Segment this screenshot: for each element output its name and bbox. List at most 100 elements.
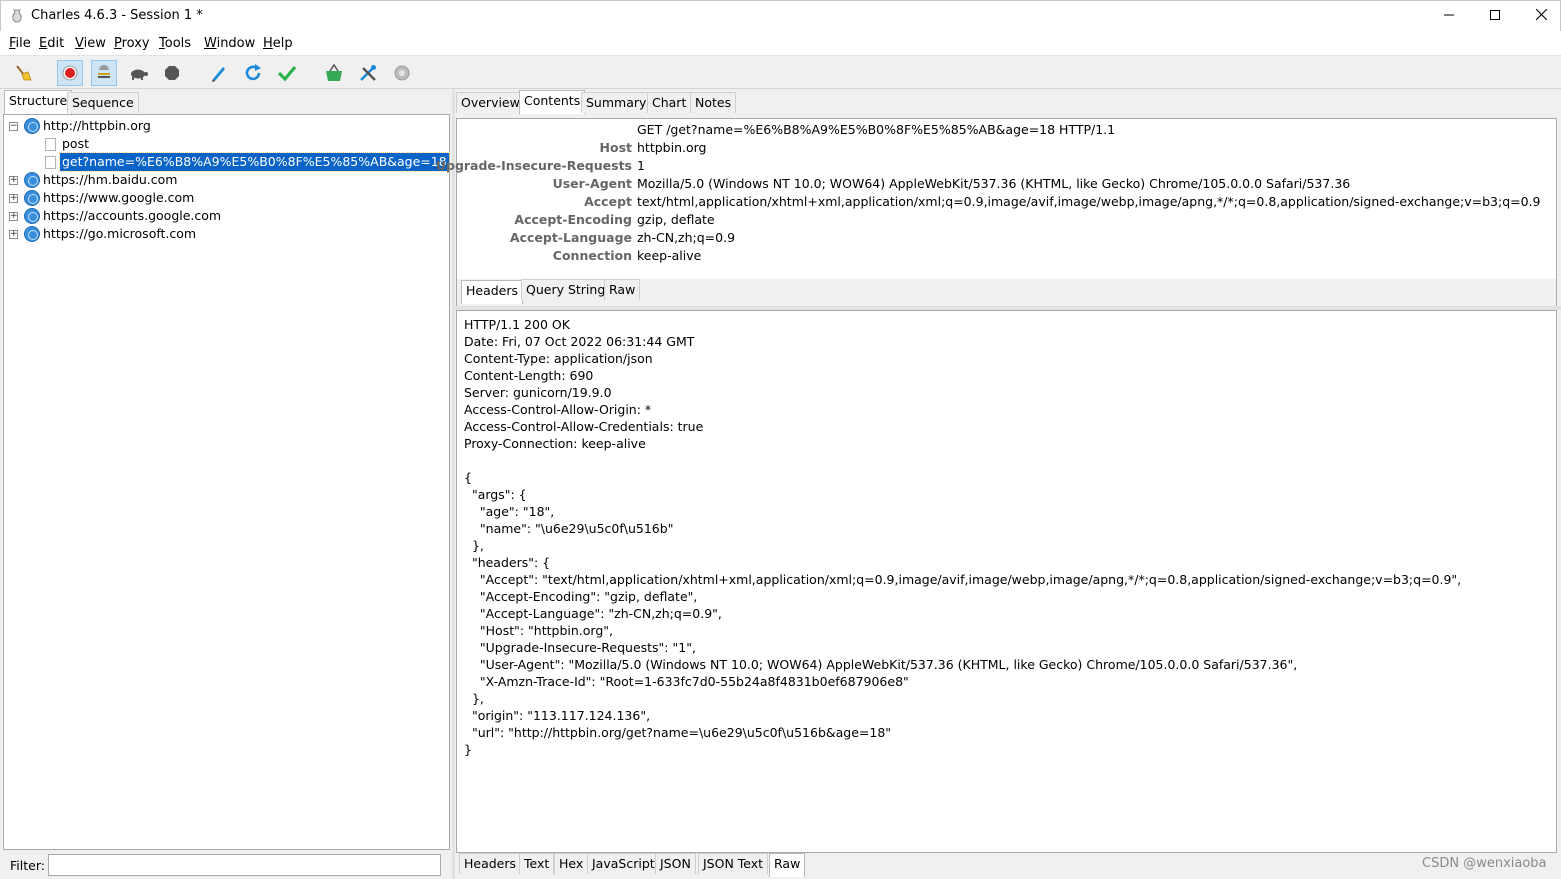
tree-host-accounts-google[interactable]: https://accounts.google.com — [43, 207, 221, 225]
response-line: Access-Control-Allow-Origin: * — [464, 402, 652, 417]
collapse-toggle[interactable]: − — [9, 122, 18, 131]
tab-structure[interactable]: Structure — [4, 90, 73, 114]
menu-bar: File Edit View Proxy Tools Window Help — [0, 31, 1561, 55]
close-button[interactable] — [1518, 1, 1561, 32]
tree-host-httpbin[interactable]: http://httpbin.org — [43, 117, 151, 135]
tree-item-post[interactable]: post — [62, 135, 89, 153]
toolbar — [0, 55, 1561, 89]
request-headers-view: GET /get?name=%E6%B8%A9%E5%B0%8F%E5%85%A… — [436, 118, 1557, 279]
response-subtabs: Headers Text Hex JavaScript JSON JSON Te… — [456, 853, 1557, 879]
menu-help[interactable]: Help — [263, 36, 293, 51]
response-line: }, — [464, 538, 484, 553]
header-key: Accept — [584, 194, 632, 209]
expand-toggle[interactable]: + — [9, 212, 18, 221]
response-line: } — [464, 742, 472, 757]
tab-chart[interactable]: Chart — [647, 92, 692, 113]
header-row: Accept text/html,application/xhtml+xml,a… — [457, 193, 1557, 211]
filter-input[interactable] — [48, 854, 441, 876]
header-key: Accept-Encoding — [514, 212, 632, 227]
menu-window[interactable]: Window — [204, 36, 255, 51]
header-key: User-Agent — [552, 176, 632, 191]
header-value: keep-alive — [637, 248, 702, 263]
detail-pane: Overview Contents Summary Chart Notes GE… — [436, 89, 1561, 879]
header-row: User-Agent Mozilla/5.0 (Windows NT 10.0;… — [457, 175, 1557, 193]
refresh-icon[interactable] — [240, 60, 266, 86]
response-line: "name": "\u6e29\u5c0f\u516b" — [464, 521, 674, 536]
structure-pane: Structure Sequence − http://httpbin.org … — [0, 89, 452, 879]
tab-response-json[interactable]: JSON — [655, 853, 696, 874]
tools-icon[interactable] — [355, 60, 381, 86]
tree-item-get-selected[interactable]: get?name=%E6%B8%A9%E5%B0%8F%E5%85%AB&age… — [59, 152, 450, 172]
header-value: gzip, deflate — [637, 212, 715, 227]
throttle-icon[interactable] — [91, 60, 117, 86]
header-value: text/html,application/xhtml+xml,applicat… — [637, 194, 1541, 209]
globe-icon — [24, 208, 40, 224]
menu-tools[interactable]: Tools — [159, 36, 191, 51]
tab-summary[interactable]: Summary — [581, 92, 652, 113]
response-line: "Upgrade-Insecure-Requests": "1", — [464, 640, 696, 655]
title-bar: Charles 4.6.3 - Session 1 * — [0, 0, 1561, 31]
tab-response-raw[interactable]: Raw — [769, 853, 806, 877]
menu-view[interactable]: View — [75, 36, 106, 51]
turtle-icon[interactable] — [125, 60, 151, 86]
tab-response-json-text[interactable]: JSON Text — [698, 853, 769, 874]
response-line: HTTP/1.1 200 OK — [464, 317, 570, 332]
tab-query-string[interactable]: Query String — [521, 279, 611, 300]
pen-icon[interactable] — [206, 60, 232, 86]
expand-toggle[interactable]: + — [9, 194, 18, 203]
response-line: "headers": { — [464, 555, 551, 570]
document-icon — [45, 156, 56, 169]
maximize-button[interactable] — [1472, 1, 1518, 32]
header-value: 1 — [637, 158, 645, 173]
response-line: "Accept-Encoding": "gzip, deflate", — [464, 589, 698, 604]
header-key: Accept-Language — [509, 230, 632, 245]
header-key: Upgrade-Insecure-Requests — [435, 158, 632, 173]
broom-icon[interactable] — [10, 60, 36, 86]
basket-icon[interactable] — [321, 60, 347, 86]
response-line: Proxy-Connection: keep-alive — [464, 436, 646, 451]
tree-host-google[interactable]: https://www.google.com — [43, 189, 194, 207]
menu-edit[interactable]: Edit — [39, 36, 64, 51]
minimize-button[interactable] — [1426, 1, 1472, 32]
tab-response-javascript[interactable]: JavaScript — [587, 853, 660, 874]
menu-proxy[interactable]: Proxy — [114, 36, 150, 51]
stop-hexagon-icon[interactable] — [159, 60, 185, 86]
settings-gear-icon[interactable] — [389, 60, 415, 86]
response-line: "User-Agent": "Mozilla/5.0 (Windows NT 1… — [464, 657, 1298, 672]
header-key: Connection — [552, 248, 632, 263]
tab-request-headers[interactable]: Headers — [461, 280, 524, 304]
tab-response-hex[interactable]: Hex — [554, 853, 589, 874]
header-value: Mozilla/5.0 (Windows NT 10.0; WOW64) App… — [637, 176, 1351, 191]
header-key: Host — [599, 140, 632, 155]
check-icon[interactable] — [274, 60, 300, 86]
globe-icon — [24, 226, 40, 242]
tab-sequence[interactable]: Sequence — [67, 92, 139, 113]
response-line: "X-Amzn-Trace-Id": "Root=1-633fc7d0-55b2… — [464, 674, 909, 689]
response-line: "Accept-Language": "zh-CN,zh;q=0.9", — [464, 606, 722, 621]
tab-response-headers[interactable]: Headers — [459, 853, 522, 874]
response-line: "age": "18", — [464, 504, 555, 519]
tab-contents[interactable]: Contents — [519, 90, 586, 114]
response-line: }, — [464, 691, 484, 706]
tree-host-microsoft[interactable]: https://go.microsoft.com — [43, 225, 196, 243]
globe-icon — [24, 172, 40, 188]
expand-toggle[interactable]: + — [9, 230, 18, 239]
expand-toggle[interactable]: + — [9, 176, 18, 185]
response-line: Content-Type: application/json — [464, 351, 653, 366]
header-value: zh-CN,zh;q=0.9 — [637, 230, 736, 245]
response-line: "Accept": "text/html,application/xhtml+x… — [464, 572, 1462, 587]
header-row: Upgrade-Insecure-Requests 1 — [436, 157, 1557, 175]
tab-overview[interactable]: Overview — [456, 92, 525, 113]
filter-label: Filter: — [10, 858, 45, 873]
tab-request-raw[interactable]: Raw — [604, 279, 641, 300]
tree-host-baidu[interactable]: https://hm.baidu.com — [43, 171, 177, 189]
record-icon[interactable] — [57, 60, 83, 86]
watermark: CSDN @wenxiaoba — [1422, 856, 1547, 871]
tab-notes[interactable]: Notes — [690, 92, 737, 113]
tab-response-text[interactable]: Text — [519, 853, 555, 874]
response-line: "url": "http://httpbin.org/get?name=\u6e… — [464, 725, 892, 740]
globe-icon — [24, 190, 40, 206]
header-value: httpbin.org — [637, 140, 707, 155]
header-row: Accept-Encoding gzip, deflate — [457, 211, 1557, 229]
menu-file[interactable]: File — [9, 36, 31, 51]
